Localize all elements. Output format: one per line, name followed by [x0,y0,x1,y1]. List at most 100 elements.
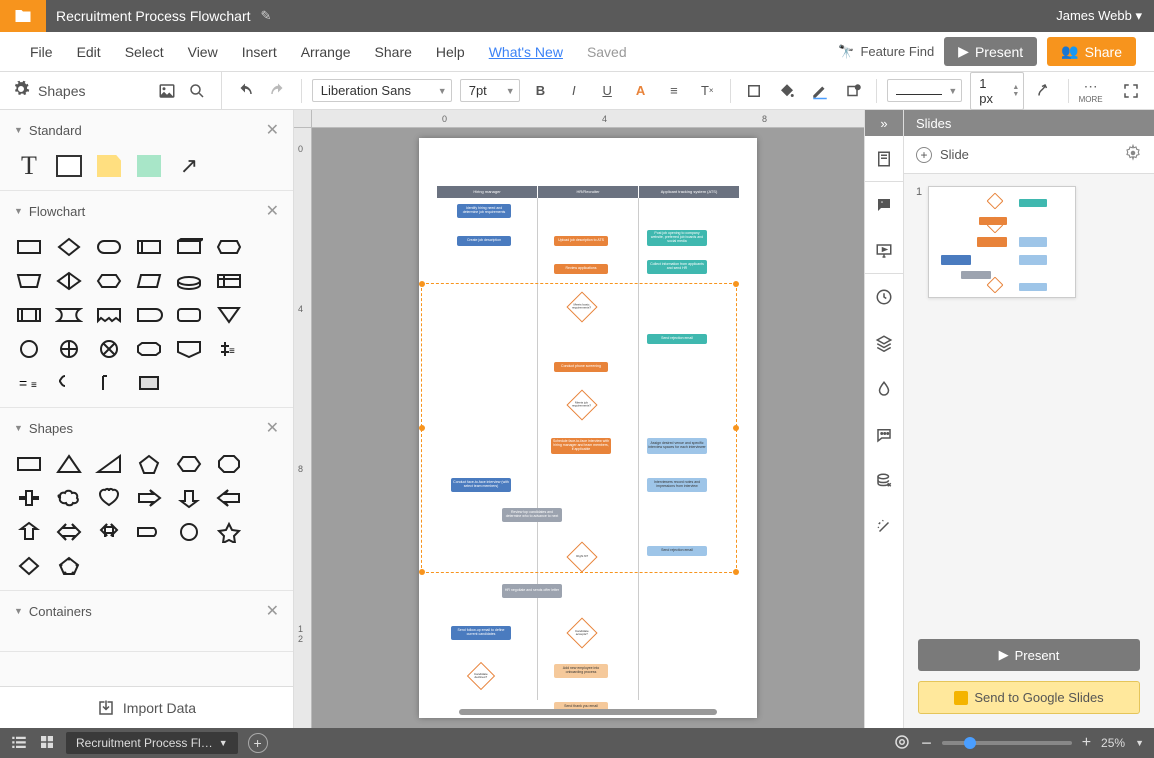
font-select[interactable]: Liberation Sans▼ [312,79,452,102]
flowchart-shape[interactable] [174,337,204,361]
section-containers[interactable]: ▼ Containers ✕ [0,591,293,631]
flowchart-shape[interactable] [54,303,84,327]
section-flowchart[interactable]: ▼ Flowchart ✕ [0,191,293,231]
zoom-level[interactable]: 25% [1101,736,1125,750]
slides-settings-icon[interactable] [1124,144,1142,165]
basic-shape[interactable] [134,452,164,476]
basic-shape[interactable] [134,486,164,510]
slides-present-button[interactable]: ▶ Present [918,639,1140,671]
flowchart-node[interactable]: Send rejection email [647,334,707,344]
flowchart-shape[interactable] [134,235,164,259]
share-button[interactable]: 👥 Share [1047,37,1136,66]
shape-arrow[interactable]: ↗ [174,154,204,178]
flowchart-node[interactable]: HR negotiate and sends offer letter [502,584,562,598]
flowchart-node[interactable]: Send follow-up email to define current c… [451,626,511,640]
flowchart-node[interactable]: Post job opening to company website, pre… [647,230,707,246]
close-icon[interactable]: ✕ [266,201,279,221]
menu-view[interactable]: View [176,44,230,60]
flowchart-shape[interactable] [54,235,84,259]
menu-edit[interactable]: Edit [65,44,113,60]
canvas[interactable]: 0 4 8 0 4 8 1 2 Hiring manager HR/Recrui… [294,110,864,728]
menu-help[interactable]: Help [424,44,477,60]
basic-shape[interactable] [134,520,164,544]
flowchart-shape[interactable] [14,269,44,293]
image-icon[interactable] [155,79,179,103]
flowchart-shape[interactable] [54,337,84,361]
basic-shape[interactable] [214,486,244,510]
basic-shape[interactable] [94,520,124,544]
dock-comment-icon[interactable]: ” [864,182,904,228]
text-format-button[interactable]: T× [695,78,720,104]
basic-shape[interactable] [14,554,44,578]
import-data-button[interactable]: Import Data [0,686,293,728]
basic-shape[interactable] [54,452,84,476]
basic-shape[interactable] [54,554,84,578]
basic-shape[interactable] [54,486,84,510]
crop-icon[interactable] [741,78,766,104]
gear-icon[interactable] [12,80,30,101]
dock-drop-icon[interactable] [864,366,904,412]
basic-shape[interactable] [54,520,84,544]
flowchart-shape[interactable] [174,235,204,259]
zoom-in-button[interactable]: + [1082,734,1091,752]
collapse-panel-button[interactable]: » [865,110,903,136]
app-logo[interactable] [0,0,46,32]
zoom-out-button[interactable]: − [921,733,932,754]
align-button[interactable]: ≡ [661,78,686,104]
menu-file[interactable]: File [18,44,65,60]
dock-chat-icon[interactable] [864,412,904,458]
flowchart-shape[interactable] [214,235,244,259]
flowchart-node[interactable]: Upload job description to ATS [554,236,608,246]
dock-page-icon[interactable] [864,136,904,182]
close-icon[interactable]: ✕ [266,418,279,438]
menu-insert[interactable]: Insert [230,44,289,60]
swimlane-header[interactable]: HR/Recruiter [538,186,639,198]
slide-thumbnail[interactable]: 1 [916,186,1142,298]
section-shapes[interactable]: ▼ Shapes ✕ [0,408,293,448]
edit-title-icon[interactable]: ✎ [261,8,272,24]
flowchart-shape[interactable] [14,303,44,327]
dock-layers-icon[interactable] [864,320,904,366]
line-style-select[interactable]: ▼ [887,79,962,102]
bold-button[interactable]: B [528,78,553,104]
search-icon[interactable] [185,79,209,103]
chevron-down-icon[interactable]: ▼ [1135,738,1144,748]
basic-shape[interactable] [174,486,204,510]
flowchart-shape[interactable] [94,235,124,259]
flowchart-node[interactable]: Assign desired venue and specific interv… [647,438,707,454]
list-view-icon[interactable] [10,733,28,754]
flowchart-shape[interactable]: =≡ [14,371,44,395]
close-icon[interactable]: ✕ [266,601,279,621]
menu-whats-new[interactable]: What's New [477,44,575,60]
flowchart-node[interactable]: Conduct phone screening [554,362,608,372]
present-button[interactable]: ▶ Present [944,37,1037,66]
text-color-button[interactable]: A [628,78,653,104]
fullscreen-icon[interactable] [1119,78,1144,104]
user-menu[interactable]: James Webb ▾ [1044,8,1154,24]
shape-block[interactable] [134,154,164,178]
flowchart-node[interactable]: Add new employee into onboarding process [554,664,608,678]
dock-present-icon[interactable] [864,228,904,274]
close-icon[interactable]: ✕ [266,120,279,140]
grid-view-icon[interactable] [38,733,56,754]
basic-shape[interactable] [174,452,204,476]
flowchart-node[interactable]: Conduct face-to-face interview (with sel… [451,478,511,492]
document-title[interactable]: Recruitment Process Flowchart [46,8,261,24]
flowchart-node[interactable]: Review top candidates and determine who … [502,508,562,522]
menu-share[interactable]: Share [363,44,424,60]
flowchart-shape[interactable] [174,269,204,293]
dock-history-icon[interactable] [864,274,904,320]
underline-button[interactable]: U [594,78,619,104]
line-width-select[interactable]: 1 px▲▼ [970,72,1024,110]
dock-data-icon[interactable] [864,458,904,504]
basic-shape[interactable] [214,520,244,544]
add-slide-label[interactable]: Slide [940,147,969,162]
section-standard[interactable]: ▼ Standard ✕ [0,110,293,150]
page-scrollbar[interactable] [459,709,717,715]
fill-icon[interactable] [774,78,799,104]
feature-find[interactable]: 🔭 Feature Find [838,44,934,60]
flowchart-shape[interactable] [94,337,124,361]
flowchart-shape[interactable] [54,269,84,293]
basic-shape[interactable] [14,520,44,544]
line-arrow-icon[interactable] [1032,78,1057,104]
